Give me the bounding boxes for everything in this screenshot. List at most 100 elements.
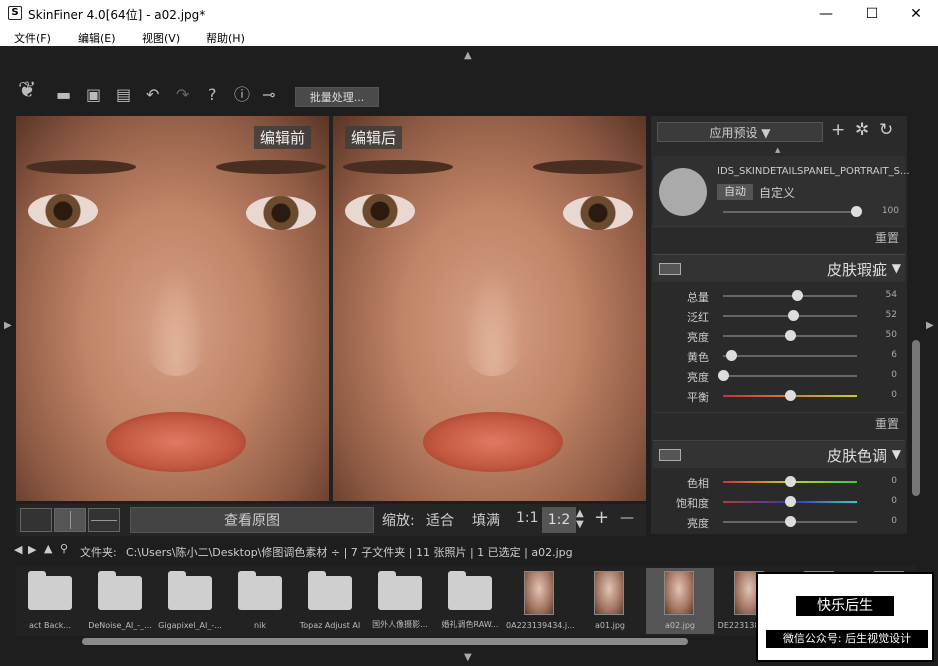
filmstrip-item[interactable]: Gigapixel_AI_-... <box>156 568 224 634</box>
filmstrip-item[interactable]: 0A223139434.j... <box>506 568 574 634</box>
info-icon[interactable]: ⓘ <box>234 86 250 104</box>
zoom-1-2-button[interactable]: 1:2 <box>542 507 576 533</box>
slider-label: 饱和度 <box>676 497 709 510</box>
slider-knob[interactable] <box>785 516 796 527</box>
panel-scroll-up-icon[interactable]: ▲ <box>775 146 780 154</box>
filmstrip-item[interactable]: act Back... <box>16 568 84 634</box>
split-horizontal-view-button[interactable] <box>88 508 120 532</box>
slider-label: 黄色 <box>687 351 709 364</box>
amount-knob[interactable] <box>851 206 862 217</box>
slider-knob[interactable] <box>785 496 796 507</box>
brow-right <box>533 160 643 174</box>
slider-row: 总量 54 <box>651 286 907 306</box>
gear-icon[interactable]: ✲ <box>855 120 869 140</box>
auto-button[interactable]: 自动 <box>717 184 753 200</box>
zoom-1-1-button[interactable]: 1:1 <box>516 510 539 526</box>
save-icon[interactable]: ▣ <box>86 86 101 104</box>
toggle-skin-blemish[interactable] <box>659 263 681 275</box>
plugin-icon[interactable]: ⊸ <box>262 86 275 104</box>
split-vertical-view-button[interactable] <box>54 508 86 532</box>
undo-icon[interactable]: ↶ <box>146 86 159 104</box>
photo-thumbnail <box>594 571 624 615</box>
save-as-icon[interactable]: ▤ <box>116 86 131 104</box>
zoom-out-button[interactable]: — <box>620 510 634 526</box>
nose <box>463 266 523 376</box>
slider-knob[interactable] <box>787 310 799 321</box>
zoom-stepper-icon[interactable]: ▲ ▼ <box>576 508 584 530</box>
batch-process-button[interactable]: 批量处理... <box>295 87 379 107</box>
slider-row: 亮度 0 <box>651 512 907 532</box>
menu-edit[interactable]: 编辑(E) <box>78 30 116 46</box>
title-bar: S SkinFiner 4.0[64位] - a02.jpg* — ☐ ✕ <box>0 0 938 28</box>
toggle-skin-tone[interactable] <box>659 449 681 461</box>
maximize-button[interactable]: ☐ <box>850 2 894 26</box>
slider-row: 亮度 50 <box>651 326 907 346</box>
amount-track[interactable] <box>723 211 857 213</box>
folder-path[interactable]: C:\Users\陈小二\Desktop\修图调色素材 ÷ | 7 子文件夹 |… <box>126 544 573 560</box>
forward-arrow-icon[interactable]: ▶ <box>28 543 36 556</box>
close-button[interactable]: ✕ <box>894 2 938 26</box>
slider-track[interactable] <box>723 375 857 377</box>
filmstrip-caption: 国外人像摄影... <box>372 620 428 629</box>
menu-file[interactable]: 文件(F) <box>14 30 51 46</box>
view-original-button[interactable]: 查看原图 <box>130 507 374 533</box>
slider-knob[interactable] <box>791 290 803 301</box>
slider-value: 0 <box>891 476 897 486</box>
collapse-top-arrow-icon[interactable]: ▲ <box>464 50 472 61</box>
folder-icon <box>28 571 72 610</box>
slider-value: 54 <box>885 290 897 300</box>
filmstrip-scrollbar[interactable] <box>82 638 688 645</box>
preset-name: IDS_SKINDETAILSPANEL_PORTRAIT_S... <box>717 166 910 177</box>
slider-knob[interactable] <box>785 330 796 341</box>
search-icon[interactable]: ⚲ <box>60 542 68 555</box>
zoom-fit-button[interactable]: 适合 <box>426 510 454 530</box>
filmstrip-item[interactable]: a01.jpg <box>576 568 644 634</box>
filmstrip-item[interactable]: Topaz Adjust AI <box>296 568 364 634</box>
slider-track[interactable] <box>723 355 857 357</box>
filmstrip-item[interactable]: DeNoise_AI_-_... <box>86 568 154 634</box>
panel-scrollbar[interactable] <box>912 340 920 496</box>
slider-knob[interactable] <box>726 350 738 361</box>
preset-dropdown[interactable]: 应用预设 ▼ <box>657 122 823 142</box>
filmstrip-item[interactable]: nik <box>226 568 294 634</box>
window-title: SkinFiner 4.0[64位] - a02.jpg* <box>28 8 206 22</box>
reset-button-1[interactable]: 重置 <box>653 226 905 248</box>
slider-knob[interactable] <box>785 476 796 487</box>
filmstrip-item[interactable]: 国外人像摄影... <box>366 568 434 634</box>
zoom-in-button[interactable]: + <box>594 507 609 528</box>
help-icon[interactable]: ? <box>208 86 217 104</box>
before-pane[interactable]: 编辑前 <box>16 116 329 501</box>
filmstrip-caption: nik <box>254 621 266 630</box>
image-viewer[interactable]: 编辑前 编辑后 <box>16 116 646 501</box>
slider-value: 50 <box>885 330 897 340</box>
single-view-button[interactable] <box>20 508 52 532</box>
menu-help[interactable]: 帮助(H) <box>206 30 245 46</box>
chevron-down-icon: ▼ <box>761 126 771 140</box>
add-preset-icon[interactable]: + <box>831 120 845 140</box>
refresh-icon[interactable]: ↻ <box>879 120 893 140</box>
section-skin-blemish[interactable]: 皮肤瑕疵 ▼ <box>653 254 905 282</box>
reset-button-2[interactable]: 重置 <box>653 412 905 434</box>
custom-label[interactable]: 自定义 <box>759 184 795 201</box>
minimize-button[interactable]: — <box>804 2 848 26</box>
filmstrip-item[interactable]: 婚礼调色RAW... <box>436 568 504 634</box>
slider-value: 0 <box>891 370 897 380</box>
collapse-bottom-arrow-icon[interactable]: ▼ <box>464 652 472 663</box>
app-icon: S <box>8 6 22 20</box>
up-arrow-icon[interactable]: ▲ <box>44 542 52 555</box>
slider-knob[interactable] <box>718 370 729 381</box>
collapse-left-arrow-icon[interactable]: ▶ <box>4 320 12 331</box>
after-pane[interactable]: 编辑后 <box>333 116 646 501</box>
section-skin-tone[interactable]: 皮肤色调 ▼ <box>653 440 905 468</box>
back-arrow-icon[interactable]: ◀ <box>14 543 22 556</box>
filmstrip-item[interactable]: a02.jpg <box>646 568 714 634</box>
slider-track[interactable] <box>723 295 857 297</box>
slider-knob[interactable] <box>785 390 796 401</box>
zoom-fill-button[interactable]: 填满 <box>472 510 500 530</box>
collapse-right-arrow-icon[interactable]: ▶ <box>926 320 934 331</box>
logo-leaf-icon: ❦ <box>18 78 37 103</box>
menu-view[interactable]: 视图(V) <box>142 30 180 46</box>
redo-icon[interactable]: ↷ <box>176 86 189 104</box>
open-folder-icon[interactable]: ▬ <box>56 86 71 104</box>
after-label: 编辑后 <box>345 126 403 149</box>
